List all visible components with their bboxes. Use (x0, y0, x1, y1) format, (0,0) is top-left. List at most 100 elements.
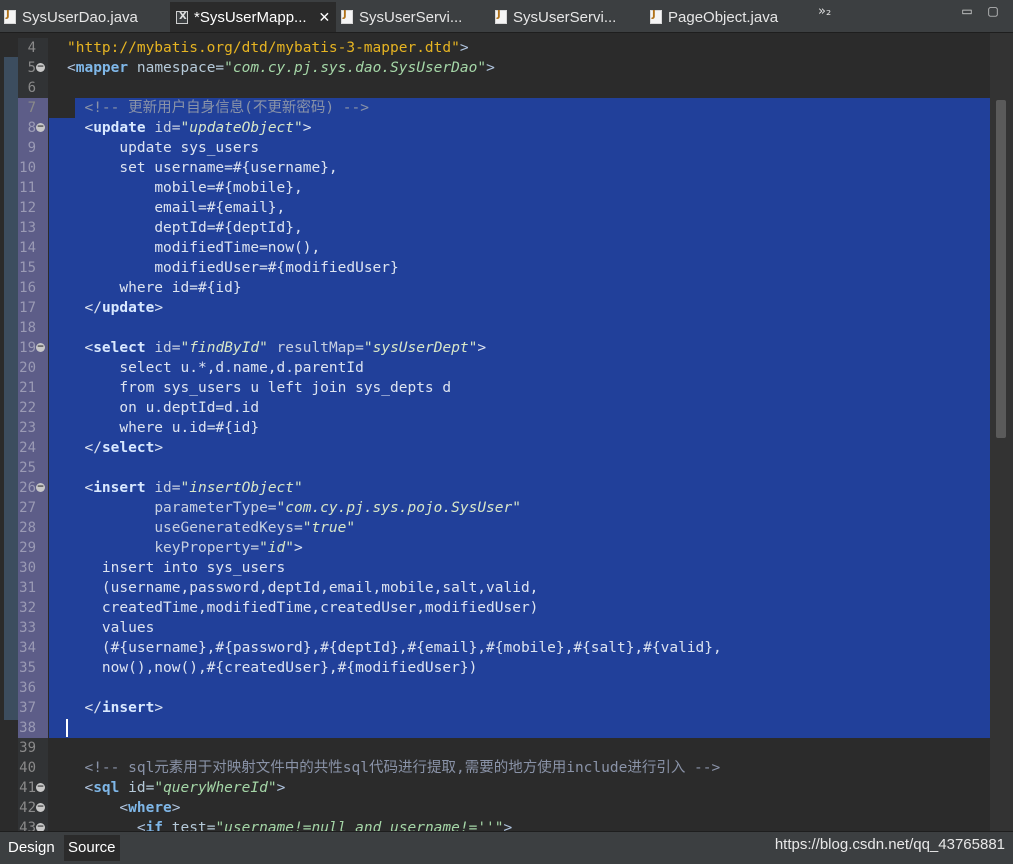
code-text[interactable]: <if test="username!=null and username!='… (49, 818, 990, 831)
code-line[interactable]: 28 useGeneratedKeys="true" (0, 518, 990, 538)
code-text[interactable]: keyProperty="id"> (49, 538, 990, 558)
code-line[interactable]: 6 (0, 78, 990, 98)
code-text[interactable]: <update id="updateObject"> (49, 118, 990, 138)
code-line[interactable]: 16 where id=#{id} (0, 278, 990, 298)
code-text[interactable]: on u.deptId=d.id (49, 398, 990, 418)
code-text[interactable]: <select id="findById" resultMap="sysUser… (49, 338, 990, 358)
code-line[interactable]: 17 </update> (0, 298, 990, 318)
code-line[interactable]: 13 deptId=#{deptId}, (0, 218, 990, 238)
code-line[interactable]: 4 "http://mybatis.org/dtd/mybatis-3-mappe… (0, 38, 990, 58)
code-line[interactable]: 37 </insert> (0, 698, 990, 718)
fold-collapse-icon[interactable]: − (36, 823, 45, 831)
code-text[interactable]: email=#{email}, (49, 198, 990, 218)
fold-collapse-icon[interactable]: − (36, 483, 45, 492)
code-line[interactable]: 24 </select> (0, 438, 990, 458)
code-line[interactable]: 11 mobile=#{mobile}, (0, 178, 990, 198)
fold-collapse-icon[interactable]: − (36, 123, 45, 132)
code-text[interactable]: </update> (49, 298, 990, 318)
code-line[interactable]: 22 on u.deptId=d.id (0, 398, 990, 418)
code-line[interactable]: 15 modifiedUser=#{modifiedUser} (0, 258, 990, 278)
code-text[interactable] (49, 718, 990, 738)
code-editor[interactable]: 4 "http://mybatis.org/dtd/mybatis-3-mappe… (0, 33, 1013, 831)
tab-sysuserservice-1[interactable]: SysUserServi... (341, 2, 462, 32)
code-line[interactable]: 32 createdTime,modifiedTime,createdUser,… (0, 598, 990, 618)
code-line[interactable]: 26− <insert id="insertObject" (0, 478, 990, 498)
code-text[interactable] (49, 738, 990, 758)
code-line[interactable]: 39 (0, 738, 990, 758)
code-text[interactable]: parameterType="com.cy.pj.sys.pojo.SysUse… (49, 498, 990, 518)
code-text[interactable]: "http://mybatis.org/dtd/mybatis-3-mapper… (49, 38, 990, 58)
code-text[interactable]: insert into sys_users (49, 558, 990, 578)
code-text[interactable]: mobile=#{mobile}, (49, 178, 990, 198)
code-text[interactable]: createdTime,modifiedTime,createdUser,mod… (49, 598, 990, 618)
code-line[interactable]: 30 insert into sys_users (0, 558, 990, 578)
code-line[interactable]: 14 modifiedTime=now(), (0, 238, 990, 258)
code-line[interactable]: 29 keyProperty="id"> (0, 538, 990, 558)
code-text[interactable] (49, 458, 990, 478)
fold-collapse-icon[interactable]: − (36, 63, 45, 72)
close-icon[interactable]: ✕ (319, 9, 331, 26)
code-text[interactable]: <where> (49, 798, 990, 818)
code-text[interactable]: from sys_users u left join sys_depts d (49, 378, 990, 398)
maximize-icon[interactable]: ▢ (986, 4, 1000, 18)
code-text[interactable]: </select> (49, 438, 990, 458)
fold-collapse-icon[interactable]: − (36, 343, 45, 352)
code-text[interactable]: modifiedUser=#{modifiedUser} (49, 258, 990, 278)
code-text[interactable]: <mapper namespace="com.cy.pj.sys.dao.Sys… (49, 58, 990, 78)
code-line[interactable]: 33 values (0, 618, 990, 638)
code-line[interactable]: 25 (0, 458, 990, 478)
code-line[interactable]: 19− <select id="findById" resultMap="sys… (0, 338, 990, 358)
code-line[interactable]: 23 where u.id=#{id} (0, 418, 990, 438)
tab-sysuserdao[interactable]: SysUserDao.java (4, 2, 138, 32)
code-text[interactable]: <sql id="queryWhereId"> (49, 778, 990, 798)
code-text[interactable] (49, 318, 990, 338)
code-text[interactable]: update sys_users (49, 138, 990, 158)
code-line[interactable]: 18 (0, 318, 990, 338)
code-line[interactable]: 5− <mapper namespace="com.cy.pj.sys.dao.S… (0, 58, 990, 78)
code-line[interactable]: 27 parameterType="com.cy.pj.sys.pojo.Sys… (0, 498, 990, 518)
code-text[interactable]: <insert id="insertObject" (49, 478, 990, 498)
minimize-icon[interactable]: ▭ (960, 4, 974, 18)
code-text[interactable]: <!-- 更新用户自身信息(不更新密码) --> (49, 98, 990, 118)
code-text[interactable]: values (49, 618, 990, 638)
code-text[interactable]: now(),now(),#{createdUser},#{modifiedUse… (49, 658, 990, 678)
code-text[interactable]: (#{username},#{password},#{deptId},#{ema… (49, 638, 990, 658)
code-text[interactable]: useGeneratedKeys="true" (49, 518, 990, 538)
tab-sysusermapper[interactable]: *SysUserMapp... ✕ (170, 2, 336, 32)
vertical-scrollbar[interactable] (990, 33, 1013, 831)
code-text[interactable] (49, 678, 990, 698)
code-line[interactable]: 35 now(),now(),#{createdUser},#{modified… (0, 658, 990, 678)
code-line[interactable]: 41− <sql id="queryWhereId"> (0, 778, 990, 798)
code-line[interactable]: 12 email=#{email}, (0, 198, 990, 218)
code-line[interactable]: 43− <if test="username!=null and usernam… (0, 818, 990, 831)
fold-collapse-icon[interactable]: − (36, 803, 45, 812)
tab-sysuserservice-2[interactable]: SysUserServi... (495, 2, 616, 32)
code-line[interactable]: 38 (0, 718, 990, 738)
code-text[interactable]: (username,password,deptId,email,mobile,s… (49, 578, 990, 598)
scrollbar-thumb[interactable] (996, 100, 1006, 438)
tab-overflow-chevron-icon[interactable]: »₂ (818, 4, 831, 19)
code-line[interactable]: 9 update sys_users (0, 138, 990, 158)
code-text[interactable]: modifiedTime=now(), (49, 238, 990, 258)
code-text[interactable]: select u.*,d.name,d.parentId (49, 358, 990, 378)
tab-source[interactable]: Source (64, 835, 120, 861)
tab-pageobject[interactable]: PageObject.java (650, 2, 778, 32)
code-text[interactable]: where u.id=#{id} (49, 418, 990, 438)
code-text[interactable]: where id=#{id} (49, 278, 990, 298)
code-line[interactable]: 40 <!-- sql元素用于对映射文件中的共性sql代码进行提取,需要的地方使… (0, 758, 990, 778)
tab-design[interactable]: Design (4, 835, 59, 861)
code-line[interactable]: 31 (username,password,deptId,email,mobil… (0, 578, 990, 598)
code-text[interactable]: set username=#{username}, (49, 158, 990, 178)
code-text[interactable]: deptId=#{deptId}, (49, 218, 990, 238)
code-line[interactable]: 42− <where> (0, 798, 990, 818)
code-line[interactable]: 36 (0, 678, 990, 698)
code-line[interactable]: 10 set username=#{username}, (0, 158, 990, 178)
code-line[interactable]: 34 (#{username},#{password},#{deptId},#{… (0, 638, 990, 658)
fold-collapse-icon[interactable]: − (36, 783, 45, 792)
code-line[interactable]: 21 from sys_users u left join sys_depts … (0, 378, 990, 398)
code-text[interactable] (49, 78, 990, 98)
code-line[interactable]: 7 <!-- 更新用户自身信息(不更新密码) --> (0, 98, 990, 118)
code-line[interactable]: 20 select u.*,d.name,d.parentId (0, 358, 990, 378)
code-text[interactable]: <!-- sql元素用于对映射文件中的共性sql代码进行提取,需要的地方使用in… (49, 758, 990, 778)
code-line[interactable]: 8− <update id="updateObject"> (0, 118, 990, 138)
